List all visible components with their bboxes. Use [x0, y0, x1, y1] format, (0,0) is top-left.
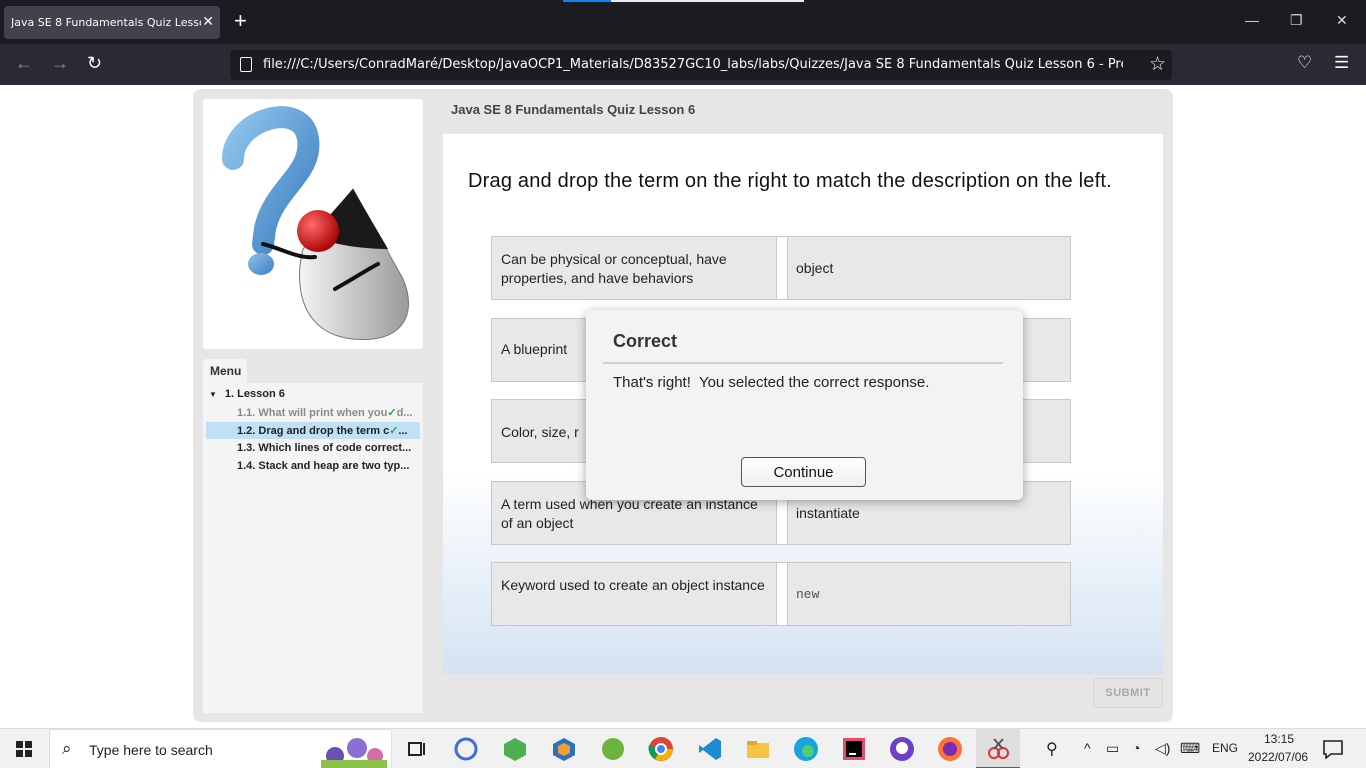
menu-item-1-1[interactable]: 1.1. What will print when you✓d... [206, 404, 420, 421]
lesson-group[interactable]: ▼ 1. Lesson 6 [209, 388, 285, 400]
address-bar[interactable]: file:///C:/Users/ConradMaré/Desktop/Java… [230, 50, 1172, 80]
tab-close-icon[interactable]: ✕ [202, 13, 214, 30]
tab-strip-indicator [563, 0, 804, 2]
submit-button[interactable]: SUBMIT [1093, 678, 1163, 708]
taskbar: ⌕ Type here to search ⚲ ^ ▭ ◔ ◁) ⌨ ENG 1… [0, 728, 1366, 768]
forward-icon[interactable]: → [51, 53, 69, 74]
intellij-icon[interactable] [840, 735, 868, 763]
menu-item-1-4[interactable]: 1.4. Stack and heap are two typ... [206, 458, 420, 475]
pocket-icon[interactable]: ♡ [1297, 53, 1312, 73]
vscode-icon[interactable] [696, 735, 724, 763]
search-highlight-illustration-icon [321, 738, 387, 768]
virtualbox-icon[interactable] [550, 735, 578, 763]
browser-tab[interactable]: Java SE 8 Fundamentals Quiz Lesson 6 - P… [4, 6, 220, 39]
menu-tab[interactable]: Menu [203, 359, 247, 383]
file-explorer-icon[interactable] [744, 735, 772, 763]
spring-icon[interactable] [599, 735, 627, 763]
feedback-title: Correct [613, 331, 678, 351]
bookmark-star-icon[interactable]: ☆ [1149, 53, 1166, 76]
reload-icon[interactable]: ↻ [87, 53, 102, 74]
feedback-dialog: Correct That's right! You selected the c… [586, 310, 1023, 500]
start-button[interactable] [0, 729, 48, 768]
feedback-message: That's right! You selected the correct r… [613, 374, 930, 391]
menu-panel: ▼ 1. Lesson 6 1.1. What will print when … [203, 383, 423, 713]
duke-question-logo [203, 99, 423, 349]
people-icon[interactable]: ⚲ [1046, 739, 1058, 759]
browser-tab-bar: Java SE 8 Fundamentals Quiz Lesson 6 - P… [0, 0, 1366, 44]
pair-term[interactable]: object [788, 237, 1070, 299]
url-text[interactable]: file:///C:/Users/ConradMaré/Desktop/Java… [263, 57, 1123, 72]
minecraft-icon[interactable] [501, 735, 529, 763]
language-indicator[interactable]: ENG [1212, 741, 1238, 755]
volume-icon[interactable]: ◁) [1155, 740, 1170, 757]
restore-icon[interactable]: ❐ [1290, 12, 1303, 29]
hamburger-menu-icon[interactable]: ☰ [1334, 53, 1349, 73]
quiz-title: Java SE 8 Fundamentals Quiz Lesson 6 [451, 102, 696, 117]
match-pair: Keyword used to create an object instanc… [491, 562, 1071, 626]
checkmark-icon: ✓ [387, 407, 397, 419]
window-close-icon[interactable]: ✕ [1336, 12, 1348, 29]
chat-icon[interactable] [452, 735, 480, 763]
search-placeholder: Type here to search [89, 742, 213, 758]
pair-term[interactable]: new [788, 563, 1070, 625]
page-icon [240, 57, 252, 72]
browser-nav-bar: ← → ↻ file:///C:/Users/ConradMaré/Deskto… [0, 44, 1366, 85]
tab-title: Java SE 8 Fundamentals Quiz Lesson 6 - P… [11, 16, 201, 29]
wifi-icon[interactable]: ◔ [1132, 740, 1140, 756]
pair-description: Can be physical or conceptual, have prop… [492, 237, 776, 299]
search-icon: ⌕ [62, 739, 72, 758]
notification-icon[interactable] [1322, 739, 1344, 759]
continue-button[interactable]: Continue [741, 457, 866, 487]
menu-item-1-3[interactable]: 1.3. Which lines of code correct... [206, 440, 420, 457]
duke-mascot-icon [222, 106, 410, 341]
pair-description: Keyword used to create an object instanc… [492, 563, 776, 625]
menu-item-1-2[interactable]: 1.2. Drag and drop the term c✓... [206, 422, 420, 439]
chrome-icon[interactable] [647, 735, 675, 763]
minimize-icon[interactable]: — [1245, 12, 1259, 28]
clock-date[interactable]: 2022/07/06 [1248, 750, 1308, 764]
chevron-up-icon[interactable]: ^ [1084, 740, 1091, 756]
clock-time[interactable]: 13:15 [1264, 732, 1294, 746]
windows-logo-icon[interactable] [0, 729, 48, 768]
caret-down-icon[interactable]: ▼ [209, 390, 217, 399]
lesson-label: 1. Lesson 6 [224, 388, 285, 400]
divider [603, 362, 1003, 364]
edge-icon[interactable] [792, 735, 820, 763]
keyboard-icon[interactable]: ⌨ [1180, 740, 1200, 757]
question-text: Drag and drop the term on the right to m… [468, 170, 1112, 192]
back-icon[interactable]: ← [15, 53, 33, 74]
match-pair: Can be physical or conceptual, have prop… [491, 236, 1071, 300]
firefox-icon[interactable] [936, 735, 964, 763]
taskbar-search[interactable]: ⌕ Type here to search [49, 729, 392, 768]
battery-icon[interactable]: ▭ [1106, 740, 1119, 757]
github-desktop-icon[interactable] [888, 735, 916, 763]
task-view-icon[interactable] [402, 735, 430, 763]
snipping-tool-icon[interactable] [984, 735, 1012, 763]
active-app-highlight[interactable] [976, 729, 1020, 768]
new-tab-button[interactable]: + [234, 9, 247, 33]
